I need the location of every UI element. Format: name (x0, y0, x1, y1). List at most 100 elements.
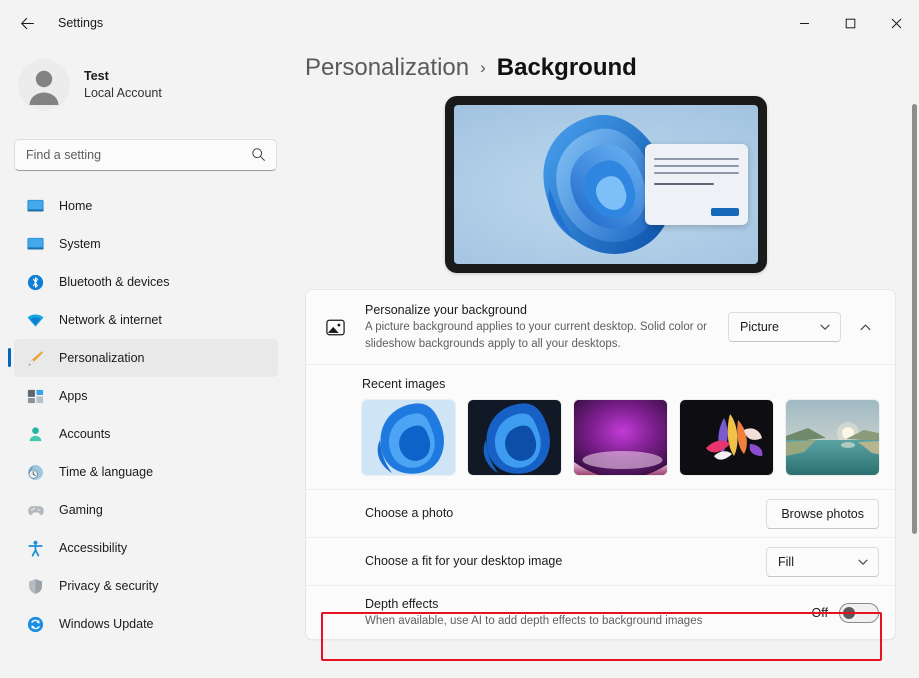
minimize-button[interactable] (781, 0, 827, 46)
personalize-background-title: Personalize your background (365, 302, 527, 317)
desktop-image-fit-value: Fill (778, 554, 794, 569)
choose-fit-row: Choose a fit for your desktop image Fill (306, 537, 895, 585)
breadcrumb: Personalization › Background (305, 54, 919, 82)
system-monitor-icon (25, 234, 45, 254)
sidebar-item-label: Personalization (59, 351, 145, 365)
sidebar-item-home[interactable]: Home (14, 187, 278, 225)
sidebar-item-time-language[interactable]: Time & language (14, 453, 278, 491)
chevron-down-icon (858, 559, 868, 565)
gamepad-icon (25, 500, 45, 520)
desktop-wallpaper-preview (453, 105, 758, 264)
background-settings-card: Personalize your background A picture ba… (305, 289, 896, 640)
sidebar-item-system[interactable]: System (14, 225, 278, 263)
settings-window: Settings Test Local Account Find a setti… (0, 0, 919, 678)
sidebar-item-label: Home (59, 199, 93, 213)
main-content: Personalization › Background Personalize… (292, 46, 919, 678)
recent-image-thumb[interactable] (362, 400, 455, 475)
sidebar-item-label: System (59, 237, 101, 251)
shield-icon (25, 576, 45, 596)
collapse-section-button[interactable] (851, 313, 879, 341)
preview-area (292, 96, 919, 273)
recent-images-section: Recent images (306, 364, 895, 489)
sidebar-item-gaming[interactable]: Gaming (14, 491, 278, 529)
close-icon (891, 18, 901, 28)
account-tile[interactable]: Test Local Account (14, 53, 264, 117)
background-type-value: Picture (740, 320, 779, 334)
choose-fit-title: Choose a fit for your desktop image (365, 554, 563, 569)
window-caption-buttons (781, 0, 919, 46)
sidebar-item-label: Gaming (59, 503, 103, 517)
depth-effects-title: Depth effects (365, 596, 439, 611)
search-icon (251, 147, 266, 167)
background-type-dropdown[interactable]: Picture (728, 312, 841, 342)
avatar (18, 59, 70, 111)
sidebar-item-label: Privacy & security (59, 579, 159, 593)
accessibility-person-icon (25, 538, 45, 558)
browse-photos-button[interactable]: Browse photos (766, 498, 879, 529)
home-monitor-icon (25, 196, 45, 216)
scrollbar-thumb[interactable] (912, 104, 917, 534)
account-subtitle: Local Account (84, 86, 162, 100)
choose-photo-title: Choose a photo (365, 506, 454, 521)
sidebar-item-label: Time & language (59, 465, 154, 479)
recent-image-thumb[interactable] (574, 400, 667, 475)
paintbrush-icon (25, 348, 45, 368)
sidebar-item-privacy-security[interactable]: Privacy & security (14, 567, 278, 605)
windows-bloom-light-thumb-icon (362, 400, 455, 475)
browse-photos-label: Browse photos (781, 506, 864, 521)
sidebar-item-label: Bluetooth & devices (59, 275, 170, 289)
back-arrow-icon (20, 17, 34, 29)
depth-effects-text: Depth effects When available, use AI to … (365, 595, 812, 630)
depth-effects-row: Depth effects When available, use AI to … (306, 585, 895, 639)
sidebar-item-bluetooth-devices[interactable]: Bluetooth & devices (14, 263, 278, 301)
sidebar-item-network-internet[interactable]: Network & internet (14, 301, 278, 339)
app-title: Settings (58, 16, 104, 30)
preview-dialog-button (710, 208, 739, 216)
sunset-lake-landscape-thumb-icon (786, 400, 879, 475)
purple-orb-glow-thumb-icon (574, 400, 667, 475)
page-title: Background (496, 54, 637, 81)
clock-globe-icon (25, 462, 45, 482)
sidebar-item-label: Accounts (59, 427, 111, 441)
choose-photo-text: Choose a photo (365, 504, 766, 522)
main-scrollbar[interactable] (912, 52, 917, 672)
search-input[interactable] (26, 148, 241, 162)
choose-photo-row: Choose a photo Browse photos (306, 489, 895, 537)
recent-image-thumb[interactable] (680, 400, 773, 475)
depth-effects-toggle-group[interactable]: Off (811, 602, 879, 623)
apps-icon (25, 386, 45, 406)
minimize-icon (799, 22, 809, 24)
person-avatar-icon (29, 70, 59, 105)
maximize-button[interactable] (827, 0, 873, 46)
sidebar-item-label: Apps (59, 389, 88, 403)
sidebar-item-accessibility[interactable]: Accessibility (14, 529, 278, 567)
sidebar-item-accounts[interactable]: Accounts (14, 415, 278, 453)
sidebar-item-windows-update[interactable]: Windows Update (14, 605, 278, 643)
depth-effects-toggle[interactable] (839, 602, 879, 623)
sidebar-item-label: Accessibility (59, 541, 128, 555)
personalize-background-subtitle: A picture background applies to your cur… (365, 320, 707, 351)
depth-effects-toggle-state: Off (811, 605, 828, 620)
recent-image-thumb[interactable] (468, 400, 561, 475)
account-text: Test Local Account (84, 68, 162, 102)
breadcrumb-parent[interactable]: Personalization (305, 54, 469, 82)
sidebar-item-apps[interactable]: Apps (14, 377, 278, 415)
update-refresh-icon (25, 614, 45, 634)
title-bar: Settings (0, 0, 919, 46)
abstract-flower-colorful-thumb-icon (680, 400, 773, 475)
recent-images-label: Recent images (362, 377, 446, 391)
windows-bloom-dark-thumb-icon (468, 400, 561, 475)
back-button[interactable] (10, 8, 44, 38)
close-button[interactable] (873, 0, 919, 46)
sidebar-item-personalization[interactable]: Personalization (8, 339, 278, 377)
recent-images-thumbs (362, 400, 879, 475)
desktop-image-fit-dropdown[interactable]: Fill (766, 546, 879, 577)
sidebar-item-label: Network & internet (59, 313, 162, 327)
recent-image-thumb[interactable] (786, 400, 879, 475)
bluetooth-icon (25, 272, 45, 292)
preview-dialog-card (644, 144, 748, 225)
chevron-up-icon (860, 324, 870, 330)
monitor-frame (444, 96, 767, 273)
search-box[interactable] (14, 139, 277, 171)
chevron-down-icon (820, 324, 830, 330)
